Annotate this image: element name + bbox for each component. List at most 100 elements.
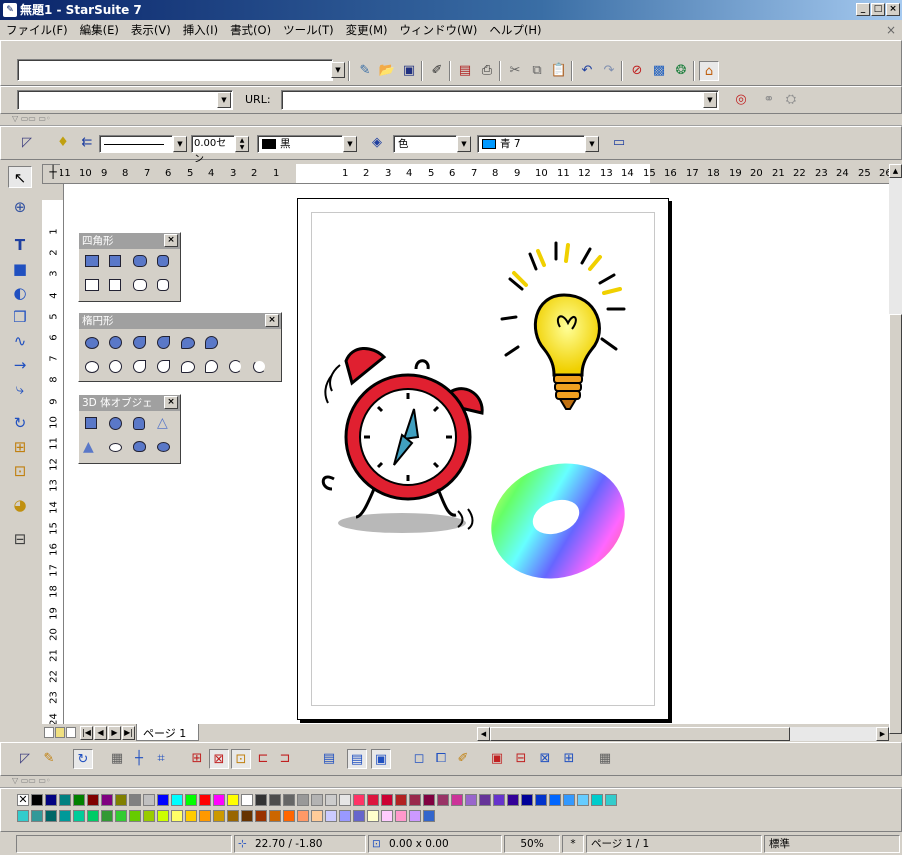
shell-shape[interactable] bbox=[133, 441, 146, 452]
color-swatch[interactable] bbox=[591, 794, 603, 806]
snap-page-margins-icon[interactable]: ⊡ bbox=[231, 749, 251, 769]
rounded-rectangle-outline-shape[interactable] bbox=[133, 279, 147, 291]
color-swatch[interactable] bbox=[45, 794, 57, 806]
ellipse-outline-shape[interactable] bbox=[85, 361, 99, 373]
chevron-down-icon[interactable]: ▼ bbox=[585, 136, 599, 152]
color-swatch[interactable] bbox=[423, 794, 435, 806]
tab-page-1[interactable]: ページ 1 bbox=[136, 724, 200, 741]
circle-segment-outline-shape[interactable] bbox=[205, 360, 218, 373]
dock-handle-icon[interactable]: ▽ ▭▭ ▭◦ bbox=[12, 776, 51, 785]
pen-icon[interactable]: ✎ bbox=[39, 749, 59, 769]
copy-icon[interactable]: ⧉ bbox=[527, 61, 547, 81]
color-swatch[interactable] bbox=[437, 794, 449, 806]
rounded-rectangle-shape[interactable] bbox=[133, 255, 147, 267]
color-swatch[interactable] bbox=[311, 794, 323, 806]
circle-segment-shape[interactable] bbox=[205, 336, 218, 349]
line-style-select[interactable] bbox=[99, 135, 173, 153]
vertical-scrollbar[interactable]: ▲ bbox=[889, 164, 902, 734]
circle-pie-outline-shape[interactable] bbox=[157, 360, 170, 373]
cone-shape[interactable]: △ bbox=[157, 415, 168, 431]
dock-handle-icon[interactable]: ▽ ▭▭ ▭◦ bbox=[12, 114, 51, 123]
color-swatch[interactable] bbox=[143, 810, 155, 822]
simple-handles-icon[interactable]: ◻ bbox=[409, 749, 429, 769]
color-swatch[interactable] bbox=[269, 810, 281, 822]
color-swatch[interactable] bbox=[73, 794, 85, 806]
first-page-icon[interactable]: |◀ bbox=[80, 726, 93, 740]
cube-shape[interactable] bbox=[85, 417, 97, 429]
arrow-style-icon[interactable]: ⇇ bbox=[77, 133, 97, 153]
modify-object-icon[interactable]: ▣ bbox=[487, 749, 507, 769]
chevron-down-icon[interactable]: ▼ bbox=[703, 92, 717, 108]
color-swatch[interactable] bbox=[59, 810, 71, 822]
color-swatch[interactable] bbox=[171, 794, 183, 806]
gallery-icon[interactable]: ▩ bbox=[649, 61, 669, 81]
color-swatch[interactable] bbox=[157, 794, 169, 806]
arc-shape[interactable] bbox=[229, 360, 242, 373]
color-swatch[interactable] bbox=[395, 794, 407, 806]
menu-format[interactable]: 書式(O) bbox=[224, 20, 277, 40]
color-swatch[interactable] bbox=[325, 794, 337, 806]
drawing-view-icon[interactable] bbox=[44, 727, 54, 738]
scroll-up-icon[interactable]: ▲ bbox=[889, 164, 902, 178]
area-color-select[interactable]: 青 7 bbox=[477, 135, 585, 153]
scroll-left-icon[interactable]: ◀ bbox=[477, 727, 490, 741]
horizontal-scrollbar[interactable]: ◀ ▶ bbox=[477, 727, 889, 741]
color-swatch[interactable] bbox=[87, 794, 99, 806]
area-fill-icon[interactable]: ◈ bbox=[367, 133, 387, 153]
color-swatch[interactable] bbox=[255, 794, 267, 806]
snap-guides-icon[interactable]: ⊠ bbox=[209, 749, 229, 769]
ellipse-icon[interactable]: ◐ bbox=[8, 282, 32, 304]
color-swatch[interactable] bbox=[87, 810, 99, 822]
new-document-icon[interactable]: ✎ bbox=[355, 61, 375, 81]
ellipse-shape[interactable] bbox=[85, 337, 99, 349]
color-swatch[interactable] bbox=[115, 810, 127, 822]
color-swatch[interactable] bbox=[171, 810, 183, 822]
color-swatch[interactable] bbox=[367, 794, 379, 806]
status-zoom[interactable]: 50% bbox=[504, 835, 560, 853]
binoculars-icon[interactable]: ⛭ bbox=[781, 90, 801, 110]
ellipse-segment-outline-shape[interactable] bbox=[181, 361, 195, 373]
menu-help[interactable]: ヘルプ(H) bbox=[483, 20, 547, 40]
horizontal-scroll-thumb[interactable] bbox=[490, 727, 790, 741]
maximize-button[interactable]: □ bbox=[871, 3, 885, 16]
save-icon[interactable]: ▣ bbox=[399, 61, 419, 81]
prev-page-icon[interactable]: ◀ bbox=[94, 726, 107, 740]
text-double-click-icon[interactable]: ▣ bbox=[371, 749, 391, 769]
menu-file[interactable]: ファイル(F) bbox=[0, 20, 74, 40]
color-swatch[interactable] bbox=[73, 810, 85, 822]
guides-icon[interactable]: ┼ bbox=[129, 749, 149, 769]
target-icon[interactable]: ◎ bbox=[731, 90, 751, 110]
color-swatch[interactable] bbox=[297, 794, 309, 806]
large-handles-icon[interactable]: ⧠ bbox=[431, 749, 451, 769]
no-fill-swatch[interactable]: ✕ bbox=[17, 794, 29, 806]
arrange-icon[interactable]: ⊡ bbox=[8, 460, 32, 482]
rounded-square-shape[interactable] bbox=[157, 255, 169, 267]
color-swatch[interactable] bbox=[381, 810, 393, 822]
line-icon[interactable]: ♦ bbox=[53, 133, 73, 153]
color-swatch[interactable] bbox=[423, 810, 435, 822]
half-sphere-shape[interactable] bbox=[157, 442, 170, 452]
insert-object-icon[interactable]: ⊟ bbox=[8, 528, 32, 550]
shadow-icon[interactable]: ▭ bbox=[609, 133, 629, 153]
ellipse-pie-shape[interactable] bbox=[133, 336, 146, 349]
chevron-down-icon[interactable]: ▼ bbox=[173, 136, 187, 152]
connector-icon[interactable]: ⤷ bbox=[8, 378, 32, 400]
color-swatch[interactable] bbox=[605, 794, 617, 806]
ellipse-segment-shape[interactable] bbox=[181, 337, 195, 349]
line-arrow-icon[interactable]: → bbox=[8, 354, 32, 376]
edit-points-icon[interactable]: ◸ bbox=[15, 749, 35, 769]
chevron-down-icon[interactable]: ▼ bbox=[457, 136, 471, 152]
color-swatch[interactable] bbox=[31, 810, 43, 822]
color-swatch[interactable] bbox=[213, 810, 225, 822]
close-button[interactable]: × bbox=[886, 3, 900, 16]
create-object-icon[interactable]: ⊟ bbox=[511, 749, 531, 769]
allow-effects-icon[interactable]: ⊠ bbox=[535, 749, 555, 769]
color-swatch[interactable] bbox=[339, 810, 351, 822]
color-swatch[interactable] bbox=[59, 794, 71, 806]
color-swatch[interactable] bbox=[255, 810, 267, 822]
menu-window[interactable]: ウィンドウ(W) bbox=[394, 20, 484, 40]
color-swatch[interactable] bbox=[115, 794, 127, 806]
curve-icon[interactable]: ∿ bbox=[8, 330, 32, 352]
clipart-illustration[interactable] bbox=[298, 199, 670, 721]
chevron-down-icon[interactable]: ▼ bbox=[331, 62, 345, 78]
